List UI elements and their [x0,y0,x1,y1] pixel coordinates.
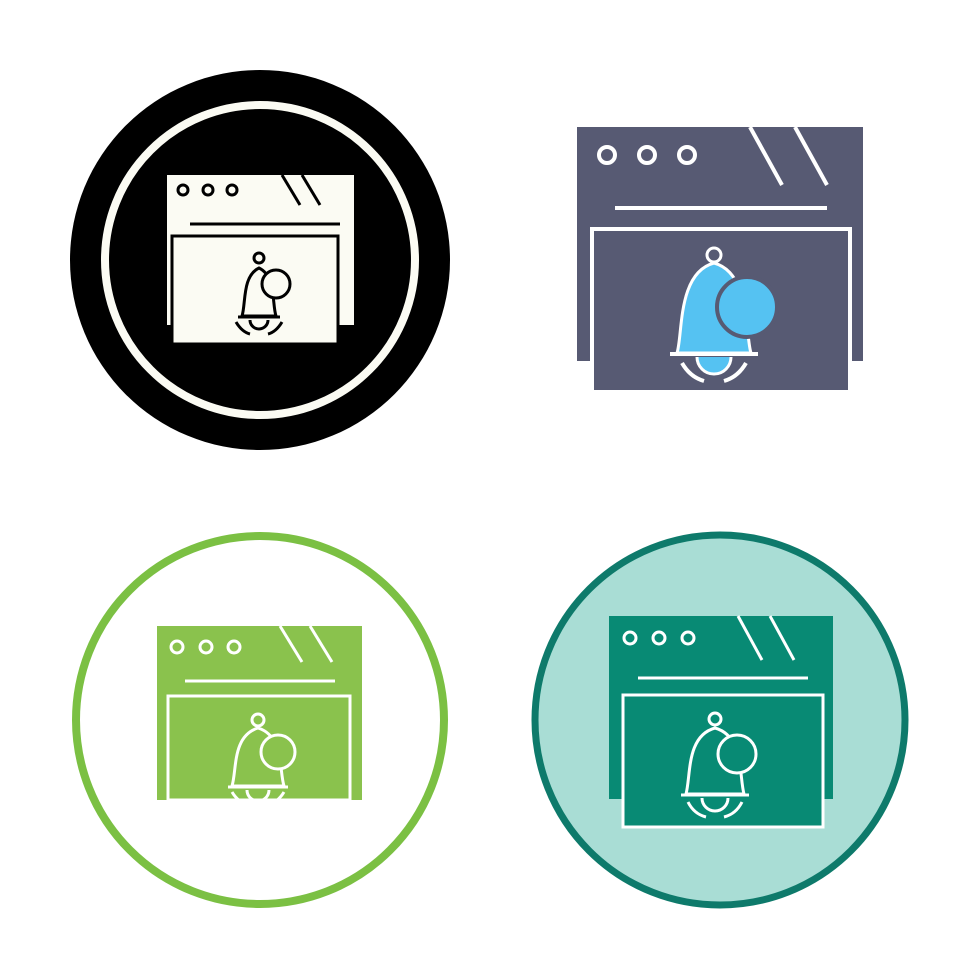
browser-notification-teal-circle-icon [530,530,910,910]
icon-sheet [0,0,980,980]
browser-notification-green-circle-icon [70,530,450,910]
browser-notification-flat-icon [575,125,865,395]
browser-notification-glyph-circle-icon [70,70,450,450]
